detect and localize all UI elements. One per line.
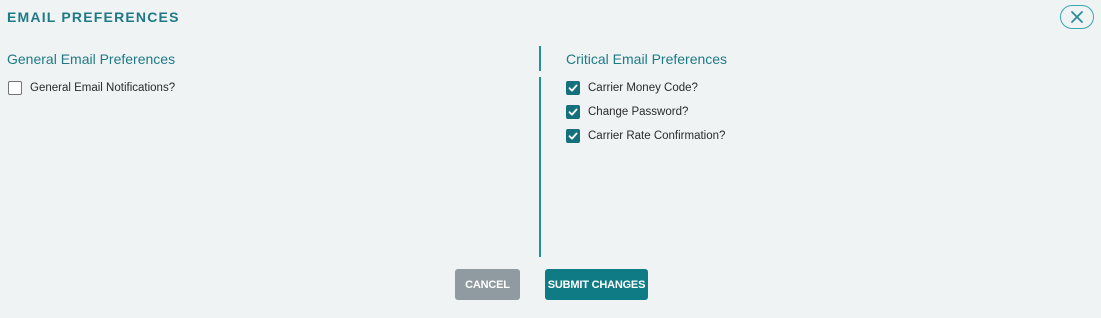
general-email-notifications-checkbox[interactable]: [8, 81, 22, 95]
modal-title: EMAIL PREFERENCES: [7, 9, 180, 25]
carrier-money-code-option[interactable]: Carrier Money Code?: [566, 80, 698, 96]
submit-changes-button[interactable]: SUBMIT CHANGES: [545, 269, 648, 300]
checkmark-icon: [568, 84, 578, 92]
column-divider-top: [539, 46, 541, 71]
option-label: Carrier Rate Confirmation?: [588, 130, 726, 142]
general-preferences-heading: General Email Preferences: [7, 51, 176, 67]
carrier-rate-confirmation-checkbox[interactable]: [566, 129, 580, 143]
column-divider: [539, 77, 541, 257]
checkmark-icon: [568, 132, 578, 140]
checkmark-icon: [568, 108, 578, 116]
general-email-notifications-option[interactable]: General Email Notifications?: [8, 80, 175, 96]
cancel-button[interactable]: CANCEL: [455, 269, 520, 300]
close-button[interactable]: [1060, 5, 1094, 29]
option-label: Carrier Money Code?: [588, 82, 698, 94]
option-label: Change Password?: [588, 106, 689, 118]
close-icon: [1070, 10, 1084, 24]
change-password-option[interactable]: Change Password?: [566, 104, 688, 120]
option-label: General Email Notifications?: [30, 82, 176, 94]
critical-preferences-heading: Critical Email Preferences: [566, 51, 728, 67]
change-password-checkbox[interactable]: [566, 105, 580, 119]
carrier-rate-confirmation-option[interactable]: Carrier Rate Confirmation?: [566, 128, 725, 144]
carrier-money-code-checkbox[interactable]: [566, 81, 580, 95]
